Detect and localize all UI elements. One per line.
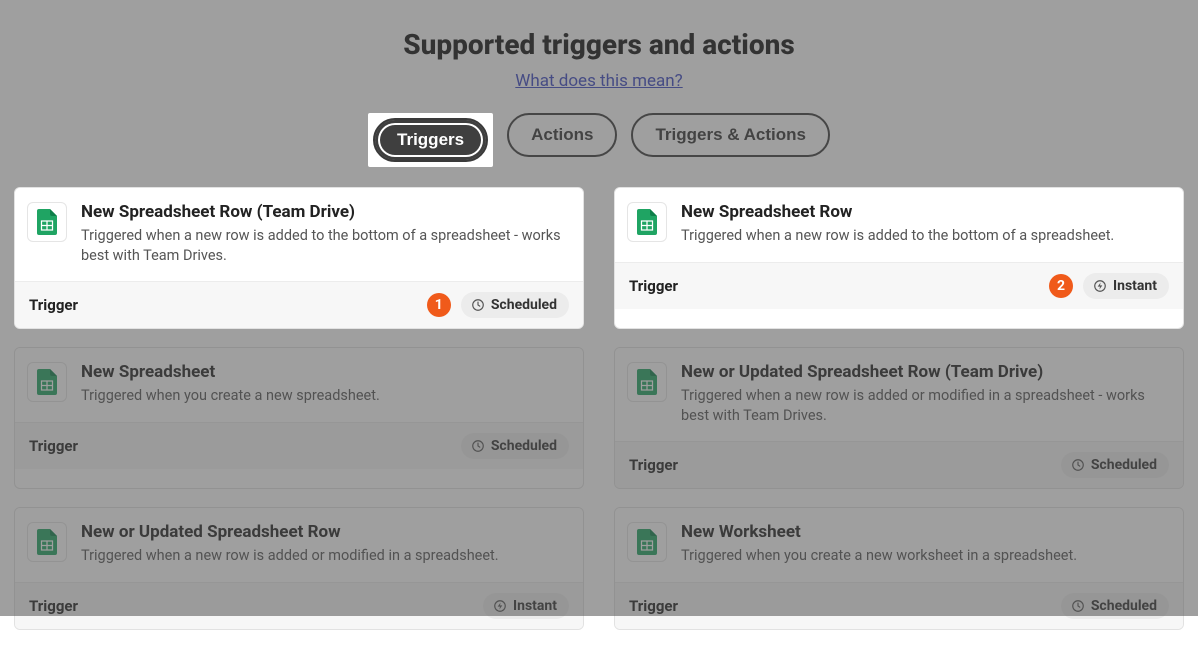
trigger-card[interactable]: New or Updated Spreadsheet Row Triggered… bbox=[14, 507, 584, 630]
timing-pill: Instant bbox=[1083, 273, 1169, 299]
timing-label: Scheduled bbox=[1091, 457, 1157, 473]
card-description: Triggered when a new row is added or mod… bbox=[681, 386, 1167, 425]
trigger-card[interactable]: New Spreadsheet Row (Team Drive) Trigger… bbox=[14, 187, 584, 329]
card-title: New or Updated Spreadsheet Row bbox=[81, 522, 499, 542]
help-link[interactable]: What does this mean? bbox=[12, 71, 1186, 91]
trigger-cards-grid: New Spreadsheet Row (Team Drive) Trigger… bbox=[12, 187, 1186, 630]
card-type-label: Trigger bbox=[629, 456, 678, 474]
timing-label: Instant bbox=[513, 598, 557, 614]
trigger-card[interactable]: New Worksheet Triggered when you create … bbox=[614, 507, 1184, 630]
tab-triggers-and-actions[interactable]: Triggers & Actions bbox=[631, 113, 830, 157]
bolt-icon bbox=[1093, 279, 1107, 293]
timing-label: Instant bbox=[1113, 278, 1157, 294]
timing-label: Scheduled bbox=[491, 438, 557, 454]
timing-pill: Scheduled bbox=[461, 433, 569, 459]
card-description: Triggered when you create a new workshee… bbox=[681, 546, 1077, 566]
card-type-label: Trigger bbox=[29, 437, 78, 455]
trigger-card[interactable]: New or Updated Spreadsheet Row (Team Dri… bbox=[614, 347, 1184, 489]
trigger-card[interactable]: New Spreadsheet Triggered when you creat… bbox=[14, 347, 584, 489]
card-type-label: Trigger bbox=[629, 597, 678, 615]
page-title: Supported triggers and actions bbox=[12, 28, 1186, 61]
card-description: Triggered when you create a new spreadsh… bbox=[81, 386, 380, 406]
trigger-card[interactable]: New Spreadsheet Row Triggered when a new… bbox=[614, 187, 1184, 329]
timing-pill: Scheduled bbox=[1061, 452, 1169, 478]
bolt-icon bbox=[493, 599, 507, 613]
google-sheets-icon bbox=[27, 522, 67, 562]
google-sheets-icon bbox=[27, 202, 67, 242]
timing-label: Scheduled bbox=[1091, 598, 1157, 614]
google-sheets-icon bbox=[627, 522, 667, 562]
card-description: Triggered when a new row is added to the… bbox=[681, 226, 1114, 246]
card-type-label: Trigger bbox=[29, 597, 78, 615]
tab-actions[interactable]: Actions bbox=[507, 113, 617, 157]
card-title: New Spreadsheet bbox=[81, 362, 380, 382]
clock-icon bbox=[471, 439, 485, 453]
annotation-badge: 2 bbox=[1049, 274, 1073, 298]
timing-pill: Scheduled bbox=[461, 292, 569, 318]
card-description: Triggered when a new row is added to the… bbox=[81, 226, 567, 265]
timing-pill: Scheduled bbox=[1061, 593, 1169, 619]
clock-icon bbox=[1071, 599, 1085, 613]
card-title: New or Updated Spreadsheet Row (Team Dri… bbox=[681, 362, 1167, 382]
google-sheets-icon bbox=[27, 362, 67, 402]
card-description: Triggered when a new row is added or mod… bbox=[81, 546, 499, 566]
google-sheets-icon bbox=[627, 362, 667, 402]
tab-triggers[interactable]: Triggers bbox=[373, 118, 488, 162]
timing-label: Scheduled bbox=[491, 297, 557, 313]
card-title: New Worksheet bbox=[681, 522, 1077, 542]
card-type-label: Trigger bbox=[629, 277, 678, 295]
timing-pill: Instant bbox=[483, 593, 569, 619]
card-title: New Spreadsheet Row bbox=[681, 202, 1114, 222]
annotation-badge: 1 bbox=[427, 293, 451, 317]
google-sheets-icon bbox=[627, 202, 667, 242]
card-type-label: Trigger bbox=[29, 296, 78, 314]
clock-icon bbox=[1071, 458, 1085, 472]
card-title: New Spreadsheet Row (Team Drive) bbox=[81, 202, 567, 222]
filter-tabs: Triggers Actions Triggers & Actions bbox=[12, 113, 1186, 167]
clock-icon bbox=[471, 298, 485, 312]
